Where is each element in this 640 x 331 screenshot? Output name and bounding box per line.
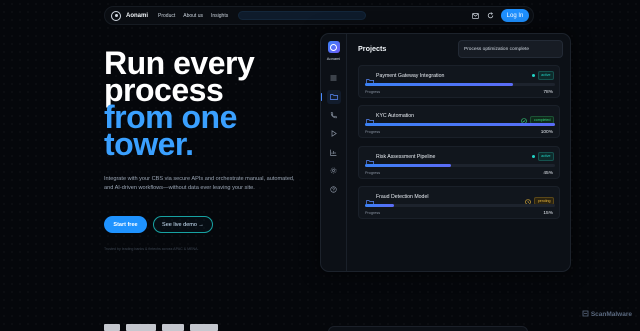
project-name: KYC Automation	[376, 112, 415, 119]
nav-link-insights[interactable]: Insights	[211, 13, 228, 19]
dashboard-sidebar: Aonami	[320, 34, 347, 271]
nav-links: Product About us Insights	[158, 13, 228, 19]
progress-label: Progress	[365, 130, 381, 134]
next-section-heading	[104, 324, 224, 331]
progress-label: Progress	[365, 90, 381, 94]
status-dot-icon	[531, 73, 535, 77]
folder-icon	[366, 72, 374, 85]
nav-actions: Log In	[471, 9, 529, 22]
project-status: active	[531, 71, 554, 80]
notification-toast: Process optimization complete	[458, 40, 563, 58]
project-card[interactable]: KYC Automation completed Progress 100%	[358, 105, 560, 138]
chart-icon[interactable]	[327, 145, 341, 159]
progress-value: 45%	[543, 170, 553, 176]
hero-subtitle: Integrate with your CBS via secure APIs …	[104, 176, 295, 192]
brand-logo[interactable]: Aonami	[111, 10, 149, 21]
project-card[interactable]: Risk Assessment Pipeline active Progress…	[358, 146, 560, 179]
nav-link-product[interactable]: Product	[158, 13, 175, 19]
progress-fill	[365, 83, 514, 86]
play-icon[interactable]	[327, 127, 341, 141]
project-status: pending	[525, 192, 554, 210]
project-status: active	[531, 152, 554, 161]
progress-label: Progress	[365, 211, 381, 215]
project-card[interactable]: Fraud Detection Model pending Progress 1…	[358, 186, 560, 219]
phone-icon[interactable]	[327, 108, 341, 122]
start-free-button[interactable]: Start free	[104, 216, 147, 233]
menu-icon[interactable]	[327, 71, 341, 85]
progress-fill	[365, 123, 555, 126]
nav-link-about[interactable]: About us	[183, 13, 203, 19]
clock-icon	[525, 192, 532, 210]
folder-icon	[366, 193, 374, 206]
progress-label: Progress	[365, 171, 381, 175]
status-badge: active	[537, 71, 554, 80]
hero-heading: Run every process from one tower.	[104, 47, 314, 162]
progress-value: 15%	[543, 210, 553, 216]
live-demo-button[interactable]: See live demo →	[153, 216, 213, 233]
top-navbar: Aonami Product About us Insights Log In	[104, 6, 534, 25]
brand-name: Aonami	[126, 12, 149, 19]
watermark-text: ScanMalware	[590, 311, 632, 318]
sidebar-logo-icon	[327, 41, 340, 53]
status-dot-icon	[531, 154, 535, 158]
project-name: Risk Assessment Pipeline	[376, 153, 436, 160]
progress-value: 100%	[540, 129, 553, 135]
trust-line: Trusted by leading banks & fintechs acro…	[104, 247, 199, 251]
check-circle-icon	[521, 111, 528, 129]
folder-icon	[366, 112, 374, 125]
refresh-icon[interactable]	[486, 12, 494, 20]
next-section-card	[328, 326, 528, 331]
progress-bar	[365, 123, 555, 126]
projects-title: Projects	[358, 44, 387, 53]
search-bar[interactable]	[238, 11, 367, 20]
project-status: completed	[521, 111, 554, 129]
watermark: ScanMalware	[582, 310, 632, 319]
progress-bar	[365, 204, 555, 207]
logo-icon	[111, 10, 121, 21]
progress-bar	[365, 164, 555, 167]
mail-icon[interactable]	[471, 12, 479, 20]
toast-text: Process optimization complete	[464, 46, 530, 52]
folder-nav-icon[interactable]	[320, 89, 341, 104]
project-card[interactable]: Payment Gateway Integration active Progr…	[358, 65, 560, 98]
folder-icon	[366, 153, 374, 166]
progress-value: 78%	[543, 89, 553, 95]
cta-row: Start free See live demo →	[104, 216, 213, 233]
status-badge: active	[537, 152, 554, 161]
dashboard-preview: Aonami Projects Process optimization com…	[320, 33, 571, 272]
scan-logo-icon	[582, 310, 589, 319]
gear-icon[interactable]	[327, 164, 341, 178]
progress-bar	[365, 83, 555, 86]
progress-fill	[365, 164, 451, 167]
help-icon[interactable]	[327, 182, 341, 196]
sidebar-brand: Aonami	[326, 56, 341, 61]
project-name: Fraud Detection Model	[376, 193, 429, 200]
login-button[interactable]: Log In	[501, 9, 529, 22]
hero-line-4: tower.	[104, 126, 194, 162]
project-name: Payment Gateway Integration	[376, 72, 445, 79]
progress-fill	[365, 204, 394, 207]
